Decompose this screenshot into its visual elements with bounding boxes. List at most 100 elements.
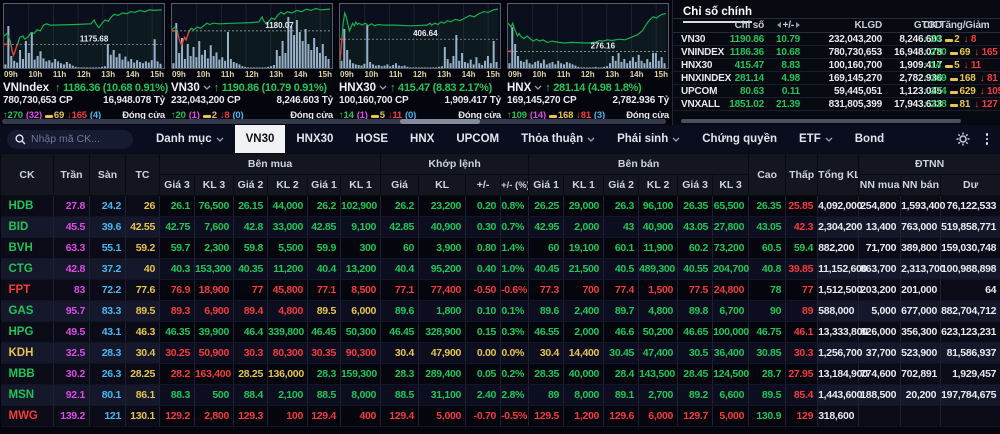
more-menu-icon[interactable]	[986, 133, 989, 145]
subheader-gi-3[interactable]: Giá 3	[160, 175, 195, 196]
header-khop-lenh[interactable]: Khớp lệnh	[381, 154, 529, 175]
scrollbar-thumb[interactable]	[400, 119, 480, 124]
header-san[interactable]: Sàn	[90, 154, 126, 196]
header-ck[interactable]: CK	[1, 154, 54, 196]
subheader-gi-2[interactable]: Giá 2	[604, 175, 639, 196]
index-row-hnxindex[interactable]: HNXINDEX281.144.98169,145,2702,782.936↑ …	[673, 72, 1000, 85]
chevron-down-icon	[825, 137, 833, 142]
subheader-kl-2[interactable]: KL 2	[639, 175, 678, 196]
subheader--[interactable]: +/-	[466, 175, 501, 196]
subheader-kl-2[interactable]: KL 2	[268, 175, 308, 196]
cell: 89.5	[749, 385, 786, 406]
index-row-vnxall[interactable]: VNXALL1851.0221.39831,805,39917,943.633↑…	[673, 98, 1000, 111]
index-breadth: ↑ 174629↓ 105	[923, 86, 979, 97]
ticker-symbol[interactable]: BVH	[1, 238, 54, 259]
ticker-symbol[interactable]: HPG	[1, 322, 54, 343]
subheader-nn-b-n[interactable]: NN bán	[901, 175, 941, 196]
subheader-gi-1[interactable]: Giá 1	[308, 175, 341, 196]
table-row-ctg[interactable]: CTG42.837.24040.3153,30040.3511,20040.41…	[1, 259, 1000, 280]
cell: 28.3	[90, 343, 126, 364]
index-row-upcom[interactable]: UPCOM80.630.1159,445,0511,123.045↑ 17462…	[673, 85, 1000, 98]
time-tick: 12h	[413, 70, 427, 80]
ticker-search[interactable]	[7, 130, 133, 149]
header-tran[interactable]: Trần	[54, 154, 90, 196]
subheader-kl-1[interactable]: KL 1	[564, 175, 604, 196]
index-charts-row: 1175.6809h10h11h12h13h14h15hVNIndex↑ 118…	[0, 0, 672, 125]
table-row-fpt[interactable]: FPT8372.277.676.918,9007745,80077.18,500…	[1, 280, 1000, 301]
ticker-symbol[interactable]: CTG	[1, 259, 54, 280]
tab-chứng-quyền[interactable]: Chứng quyền	[691, 125, 788, 153]
ticker-symbol[interactable]: BID	[1, 217, 54, 238]
subheader-nn-mua[interactable]: NN mua	[859, 175, 901, 196]
ticker-symbol[interactable]: MBB	[1, 364, 54, 385]
table-row-mwg[interactable]: MWG139.2121130.1129.22,800129.3100129.44…	[1, 406, 1000, 427]
subheader-d-[interactable]: Dư	[941, 175, 1000, 196]
subheader--[interactable]: +/- (%)	[501, 175, 529, 196]
index-row-vnindex[interactable]: VNINDEX1186.3610.68780,730,65316,948.078…	[673, 46, 1000, 59]
time-tick: 11h	[53, 70, 66, 80]
nav-right-actions	[956, 132, 1000, 146]
dash-icon	[371, 115, 379, 118]
tab-bond[interactable]: Bond	[844, 125, 895, 153]
search-input[interactable]	[31, 133, 121, 145]
ticker-symbol[interactable]: GAS	[1, 301, 54, 322]
indices-header-klgd[interactable]: KLGD	[803, 20, 885, 31]
tab-hnx30[interactable]: HNX30	[285, 125, 344, 153]
ticker-symbol[interactable]: MWG	[1, 406, 54, 427]
ticker-symbol[interactable]: MSN	[1, 385, 54, 406]
cell: 28.2	[160, 364, 195, 385]
cell: 7,600	[195, 217, 234, 238]
unchanged-count: 2	[945, 34, 959, 45]
ticker-symbol[interactable]: KDH	[1, 343, 54, 364]
time-tick: 10h	[364, 70, 378, 80]
tab-vn30[interactable]: VN30	[235, 125, 286, 153]
top-horizontal-scrollbar[interactable]	[2, 119, 666, 124]
header-dtnn[interactable]: ĐTNN	[859, 154, 1000, 175]
gear-icon[interactable]	[956, 132, 970, 146]
header-ben-ban[interactable]: Bên bán	[529, 154, 749, 175]
table-row-bid[interactable]: BID45.539.642.5542.757,60042.833,00042.8…	[1, 217, 1000, 238]
subheader-kl-1[interactable]: KL 1	[341, 175, 381, 196]
tab-hose[interactable]: HOSE	[344, 125, 399, 153]
table-row-hdb[interactable]: HDB27.824.22626.176,50026.1544,00026.210…	[1, 196, 1000, 217]
header-cao[interactable]: Cao	[749, 154, 786, 196]
table-row-bvh[interactable]: BVH63.355.159.259.72,30059.85,50059.9300…	[1, 238, 1000, 259]
index-row-hnx30[interactable]: HNX30415.478.83100,160,7001,909.417↑ 145…	[673, 59, 1000, 72]
time-tick: 15h	[150, 70, 164, 80]
indices-header-chiso[interactable]: Chỉ số	[719, 20, 767, 31]
subheader-gi-3[interactable]: Giá 3	[678, 175, 713, 196]
header-thap[interactable]: Thấp	[786, 154, 818, 196]
subheader-gi-[interactable]: Giá	[381, 175, 419, 196]
subheader-kl[interactable]: KL	[419, 175, 466, 196]
header-ben-mua[interactable]: Bên mua	[160, 154, 381, 175]
cell: 46.3	[126, 322, 160, 343]
header-tong-kl[interactable]: Tổng KL	[818, 154, 859, 196]
tab-upcom[interactable]: UPCOM	[445, 125, 510, 153]
table-row-gas[interactable]: GAS95.783.389.589.36,90089.44,80089.56,0…	[1, 301, 1000, 322]
tab-phái-sinh[interactable]: Phái sinh	[606, 125, 691, 153]
cell: 102,900	[341, 196, 381, 217]
tab-etf[interactable]: ETF	[788, 125, 844, 153]
tab-danh-mục[interactable]: Danh mục	[145, 125, 235, 153]
table-row-msn[interactable]: MSN92.180.186.188.350088.42,10088.58,000…	[1, 385, 1000, 406]
ticker-symbol[interactable]: HDB	[1, 196, 54, 217]
tab-hnx[interactable]: HNX	[399, 125, 445, 153]
subheader-gi-1[interactable]: Giá 1	[529, 175, 564, 196]
table-row-kdh[interactable]: KDH32.528.330.430.2550,90030.380,30030.3…	[1, 343, 1000, 364]
header-tc[interactable]: TC	[126, 154, 160, 196]
table-row-hpg[interactable]: HPG49.543.146.346.3539,90046.4339,80046.…	[1, 322, 1000, 343]
cell: 1,929,457	[941, 364, 1000, 385]
cell: 26	[126, 196, 160, 217]
subheader-gi-2[interactable]: Giá 2	[234, 175, 268, 196]
indices-header-change[interactable]: +/-	[767, 20, 803, 31]
subheader-kl-3[interactable]: KL 3	[195, 175, 234, 196]
indices-header-ck-tang-giam[interactable]: CK Tăng/Giảm	[923, 20, 979, 31]
table-row-mbb[interactable]: MBB30.226.328.2528.2163,40028.25136,0002…	[1, 364, 1000, 385]
index-value: 415.47	[719, 60, 767, 71]
tab-thỏa-thuận[interactable]: Thỏa thuận	[510, 125, 606, 153]
cell: 11,152,600	[818, 259, 859, 280]
indices-scrollbar[interactable]	[681, 119, 961, 123]
ticker-symbol[interactable]: FPT	[1, 280, 54, 301]
subheader-kl-3[interactable]: KL 3	[713, 175, 749, 196]
index-row-vn30[interactable]: VN301190.8610.79232,043,2008,246.603↑ 20…	[673, 33, 1000, 46]
